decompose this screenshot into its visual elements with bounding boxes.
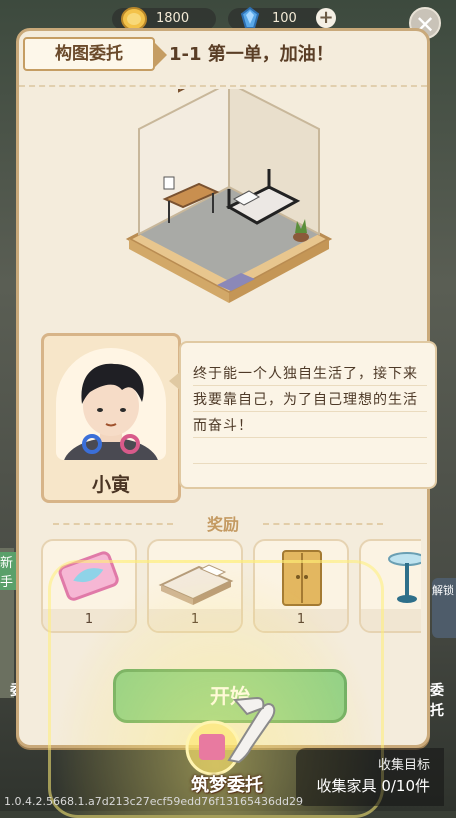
reward-item[interactable]: [359, 539, 421, 633]
reward-count: 1: [255, 609, 347, 631]
panel-header: 构图委托 1-1 第一单，加油！: [19, 31, 427, 87]
gem-counter: 100: [228, 6, 328, 30]
pointer-hand-icon: [185, 696, 276, 776]
speech-bubble: 终于能一个人独自生活了，接下来我要靠自己，为了自己理想的生活而奋斗！: [169, 341, 437, 489]
bed-icon: [158, 564, 234, 605]
collection-goal[interactable]: 收集目标 收集家具 0/10件: [296, 748, 444, 806]
commission-panel: 构图委托 1-1 第一单，加油！ 小寅 终于能一个人独自生活了，接下来我要靠自己…: [16, 28, 437, 748]
lamp-icon: [388, 552, 421, 603]
right-side-label-2: 委托: [430, 683, 444, 719]
reward-item[interactable]: 1: [147, 539, 243, 633]
reward-count: 1: [149, 609, 241, 631]
coin-value: 1800: [156, 11, 190, 26]
panel-tag: 构图委托: [23, 37, 167, 71]
coin-counter: 1800: [112, 7, 216, 31]
character-card: 小寅: [41, 333, 181, 503]
avatar: [56, 348, 166, 460]
dream-commission-button[interactable]: 筑梦委托: [173, 690, 281, 800]
reward-item[interactable]: 1: [41, 539, 137, 633]
wardrobe-icon: [282, 550, 322, 606]
goal-progress: 收集家具 0/10件: [316, 777, 430, 795]
character-name: 小寅: [91, 474, 130, 496]
reward-divider-right: [263, 523, 383, 525]
reward-item[interactable]: 1: [253, 539, 349, 633]
version-label: 1.0.4.2.5668.1.a7d213c27ecf59edd76f13165…: [4, 795, 303, 808]
speech-text: 终于能一个人独自生活了，接下来我要靠自己，为了自己理想的生活而奋斗！: [193, 366, 418, 434]
add-gems-button[interactable]: +: [316, 8, 336, 28]
room-illustration: [125, 89, 333, 303]
gem-value: 100: [272, 11, 297, 26]
page-title: 1-1 第一单，加油！: [169, 44, 334, 65]
speech-rule: [193, 463, 427, 464]
right-side-label[interactable]: 解锁: [432, 582, 456, 598]
reward-count: [361, 609, 421, 631]
character-portrait: [64, 363, 158, 460]
ticket-icon: [58, 551, 119, 601]
dream-commission-label: 筑梦委托: [191, 775, 263, 796]
goal-title: 收集目标: [377, 758, 430, 773]
reward-count: 1: [43, 609, 135, 631]
reward-list: 1 1 1: [41, 539, 421, 635]
